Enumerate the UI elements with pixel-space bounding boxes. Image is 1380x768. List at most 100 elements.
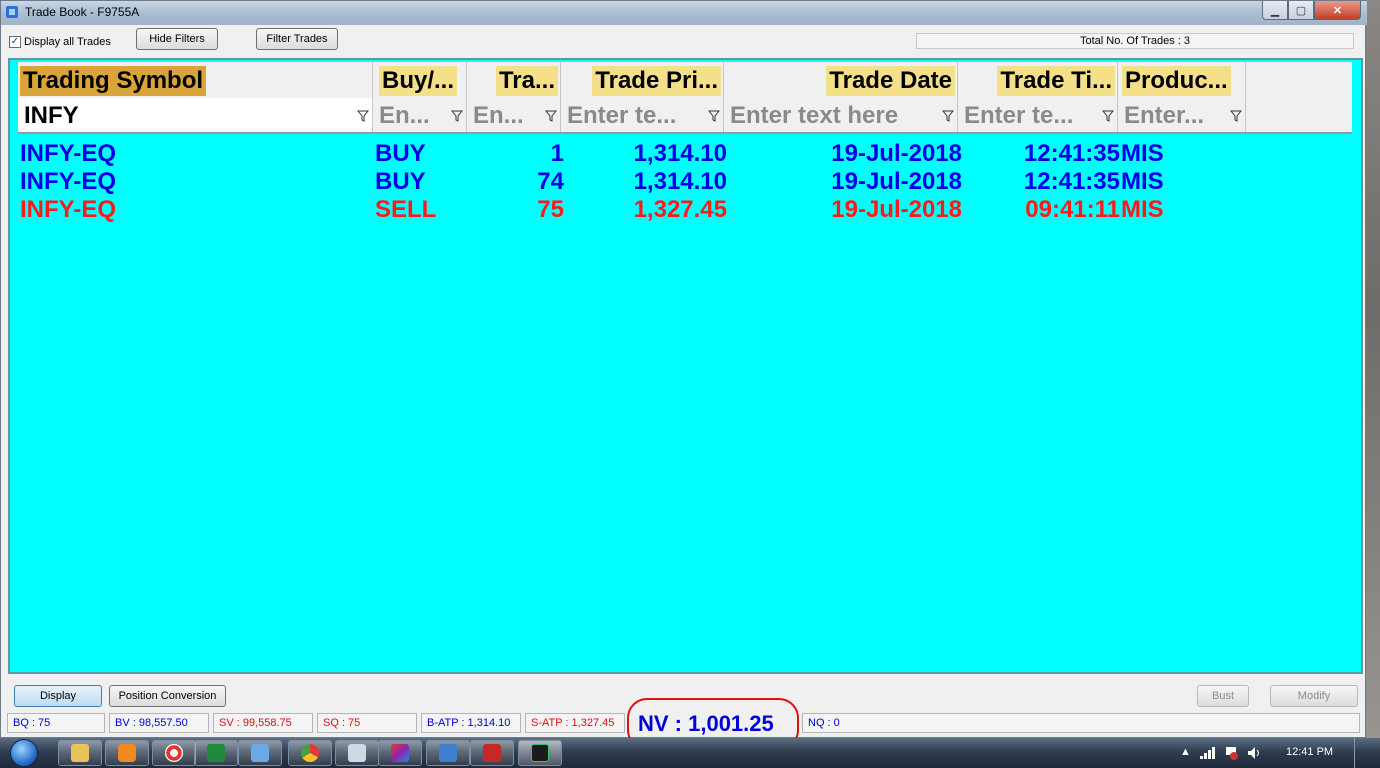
cell-time: 12:41:35 (1023, 168, 1120, 195)
column-header-label: Trade Ti... (997, 66, 1115, 96)
filter-input-trading-symbol[interactable]: INFY (24, 98, 79, 132)
show-desktop-button[interactable] (1354, 738, 1366, 768)
filter-cell-trading-symbol[interactable]: INFY (18, 98, 373, 132)
filter-cell-product[interactable]: Enter... (1118, 98, 1246, 132)
cell-date: 19-Jul-2018 (831, 140, 962, 167)
column-header-trading-symbol[interactable]: Trading Symbol (18, 62, 373, 98)
pdf-icon (483, 744, 501, 762)
table-row[interactable]: INFY-EQ BUY 74 1,314.10 19-Jul-2018 12:4… (20, 168, 1350, 196)
filter-funnel-icon[interactable] (1230, 110, 1242, 122)
column-header-trade-date[interactable]: Trade Date (724, 62, 958, 98)
cell-symbol: INFY-EQ (20, 196, 117, 223)
hide-filters-button[interactable]: Hide Filters (136, 28, 218, 50)
filter-funnel-icon[interactable] (545, 110, 557, 122)
chart-app-icon (531, 744, 549, 762)
display-button[interactable]: Display (14, 685, 102, 707)
trade-book-window: Trade Book - F9755A ▁ ▢ ✕ ✓ Display all … (0, 0, 1367, 750)
filter-input-product[interactable]: Enter... (1124, 98, 1204, 132)
filter-input-trade-qty[interactable]: En... (473, 98, 524, 132)
status-sq: SQ : 75 (317, 713, 417, 733)
minimize-button[interactable]: ▁ (1262, 1, 1288, 20)
filter-funnel-icon[interactable] (451, 110, 463, 122)
excel-icon (207, 744, 225, 762)
status-nq: NQ : 0 (802, 713, 1360, 733)
filter-input-trade-date[interactable]: Enter text here (730, 98, 898, 132)
start-button[interactable] (4, 738, 44, 768)
cell-side: BUY (375, 140, 426, 167)
status-s-atp: S-ATP : 1,327.45 (525, 713, 625, 733)
taskbar-explorer[interactable] (58, 740, 102, 766)
taskbar-calculator[interactable] (335, 740, 379, 766)
action-center-flag-icon[interactable] (1225, 746, 1239, 760)
calculator-icon (348, 744, 366, 762)
filter-cell-trade-price[interactable]: Enter te... (561, 98, 724, 132)
taskbar-lifebuoy[interactable] (152, 740, 196, 766)
taskbar-window[interactable] (238, 740, 282, 766)
checkbox-checked-icon[interactable]: ✓ (9, 36, 21, 48)
cell-price: 1,314.10 (633, 140, 727, 167)
minimize-icon: ▁ (1270, 4, 1280, 17)
filter-row: INFY En... En... Enter te... Enter text … (18, 98, 1352, 134)
taskbar-chart-app[interactable] (518, 740, 562, 766)
cell-date: 19-Jul-2018 (831, 168, 962, 195)
cell-time: 09:41:11 (1025, 196, 1120, 223)
taskbar-pdf-reader[interactable] (470, 740, 514, 766)
column-header-label: Tra... (495, 66, 558, 96)
taskbar-paint-app[interactable] (378, 740, 422, 766)
tray-expand-icon[interactable]: ▲ (1180, 746, 1191, 758)
window-icon (251, 744, 269, 762)
taskbar-clock[interactable]: 12:41 PM (1286, 746, 1333, 758)
folder-app-icon (439, 744, 457, 762)
taskbar-folder-app[interactable] (426, 740, 470, 766)
maximize-button[interactable]: ▢ (1288, 1, 1314, 20)
cell-time: 12:41:35 (1023, 140, 1120, 167)
filter-cell-trade-time[interactable]: Enter te... (958, 98, 1118, 132)
taskbar-chrome[interactable] (288, 740, 332, 766)
grid-header-row: Trading Symbol Buy/... Tra... Trade Pri.… (18, 62, 1352, 98)
windows-taskbar: ▲ 12:41 PM (0, 738, 1380, 768)
window-title: Trade Book - F9755A (25, 5, 140, 19)
chrome-icon (301, 744, 319, 762)
filter-cell-trade-date[interactable]: Enter text here (724, 98, 958, 132)
column-header-buy-sell[interactable]: Buy/... (373, 62, 467, 98)
cell-symbol: INFY-EQ (20, 168, 117, 195)
status-bq: BQ : 75 (7, 713, 105, 733)
filter-trades-button[interactable]: Filter Trades (256, 28, 338, 50)
filter-input-trade-price[interactable]: Enter te... (567, 98, 676, 132)
filter-cell-buy-sell[interactable]: En... (373, 98, 467, 132)
speaker-icon[interactable] (1247, 746, 1263, 760)
table-row[interactable]: INFY-EQ SELL 75 1,327.45 19-Jul-2018 09:… (20, 196, 1350, 224)
position-conversion-button[interactable]: Position Conversion (109, 685, 226, 707)
filter-cell-trade-qty[interactable]: En... (467, 98, 561, 132)
status-sv: SV : 99,558.75 (213, 713, 313, 733)
display-all-trades-checkbox[interactable]: ✓ Display all Trades (9, 36, 111, 48)
filter-input-buy-sell[interactable]: En... (379, 98, 430, 132)
close-icon: ✕ (1332, 4, 1343, 17)
lifebuoy-icon (165, 744, 183, 762)
taskbar-media-player[interactable] (105, 740, 149, 766)
cell-side: BUY (375, 168, 426, 195)
cell-date: 19-Jul-2018 (831, 196, 962, 223)
filter-funnel-icon[interactable] (942, 110, 954, 122)
column-header-trade-time[interactable]: Trade Ti... (958, 62, 1118, 98)
column-header-product[interactable]: Produc... (1118, 62, 1246, 98)
taskbar-excel[interactable] (194, 740, 238, 766)
filter-input-trade-time[interactable]: Enter te... (964, 98, 1073, 132)
filter-funnel-icon[interactable] (1102, 110, 1114, 122)
total-trades-count: Total No. Of Trades : 3 (916, 33, 1354, 49)
signal-icon[interactable] (1200, 747, 1216, 759)
column-header-label: Buy/... (379, 66, 458, 96)
title-bar[interactable]: Trade Book - F9755A ▁ ▢ ✕ (1, 1, 1367, 25)
column-header-trade-qty[interactable]: Tra... (467, 62, 561, 98)
puzzle-app-icon (6, 6, 18, 18)
filter-funnel-icon[interactable] (708, 110, 720, 122)
system-tray: ▲ (1175, 738, 1380, 768)
bust-button[interactable]: Bust (1197, 685, 1249, 707)
cell-price: 1,327.45 (633, 196, 727, 223)
close-button[interactable]: ✕ (1314, 1, 1361, 20)
column-header-trade-price[interactable]: Trade Pri... (561, 62, 724, 98)
filter-funnel-icon[interactable] (357, 110, 369, 122)
table-row[interactable]: INFY-EQ BUY 1 1,314.10 19-Jul-2018 12:41… (20, 140, 1350, 168)
modify-button[interactable]: Modify (1270, 685, 1358, 707)
triangle-app-icon (391, 744, 409, 762)
